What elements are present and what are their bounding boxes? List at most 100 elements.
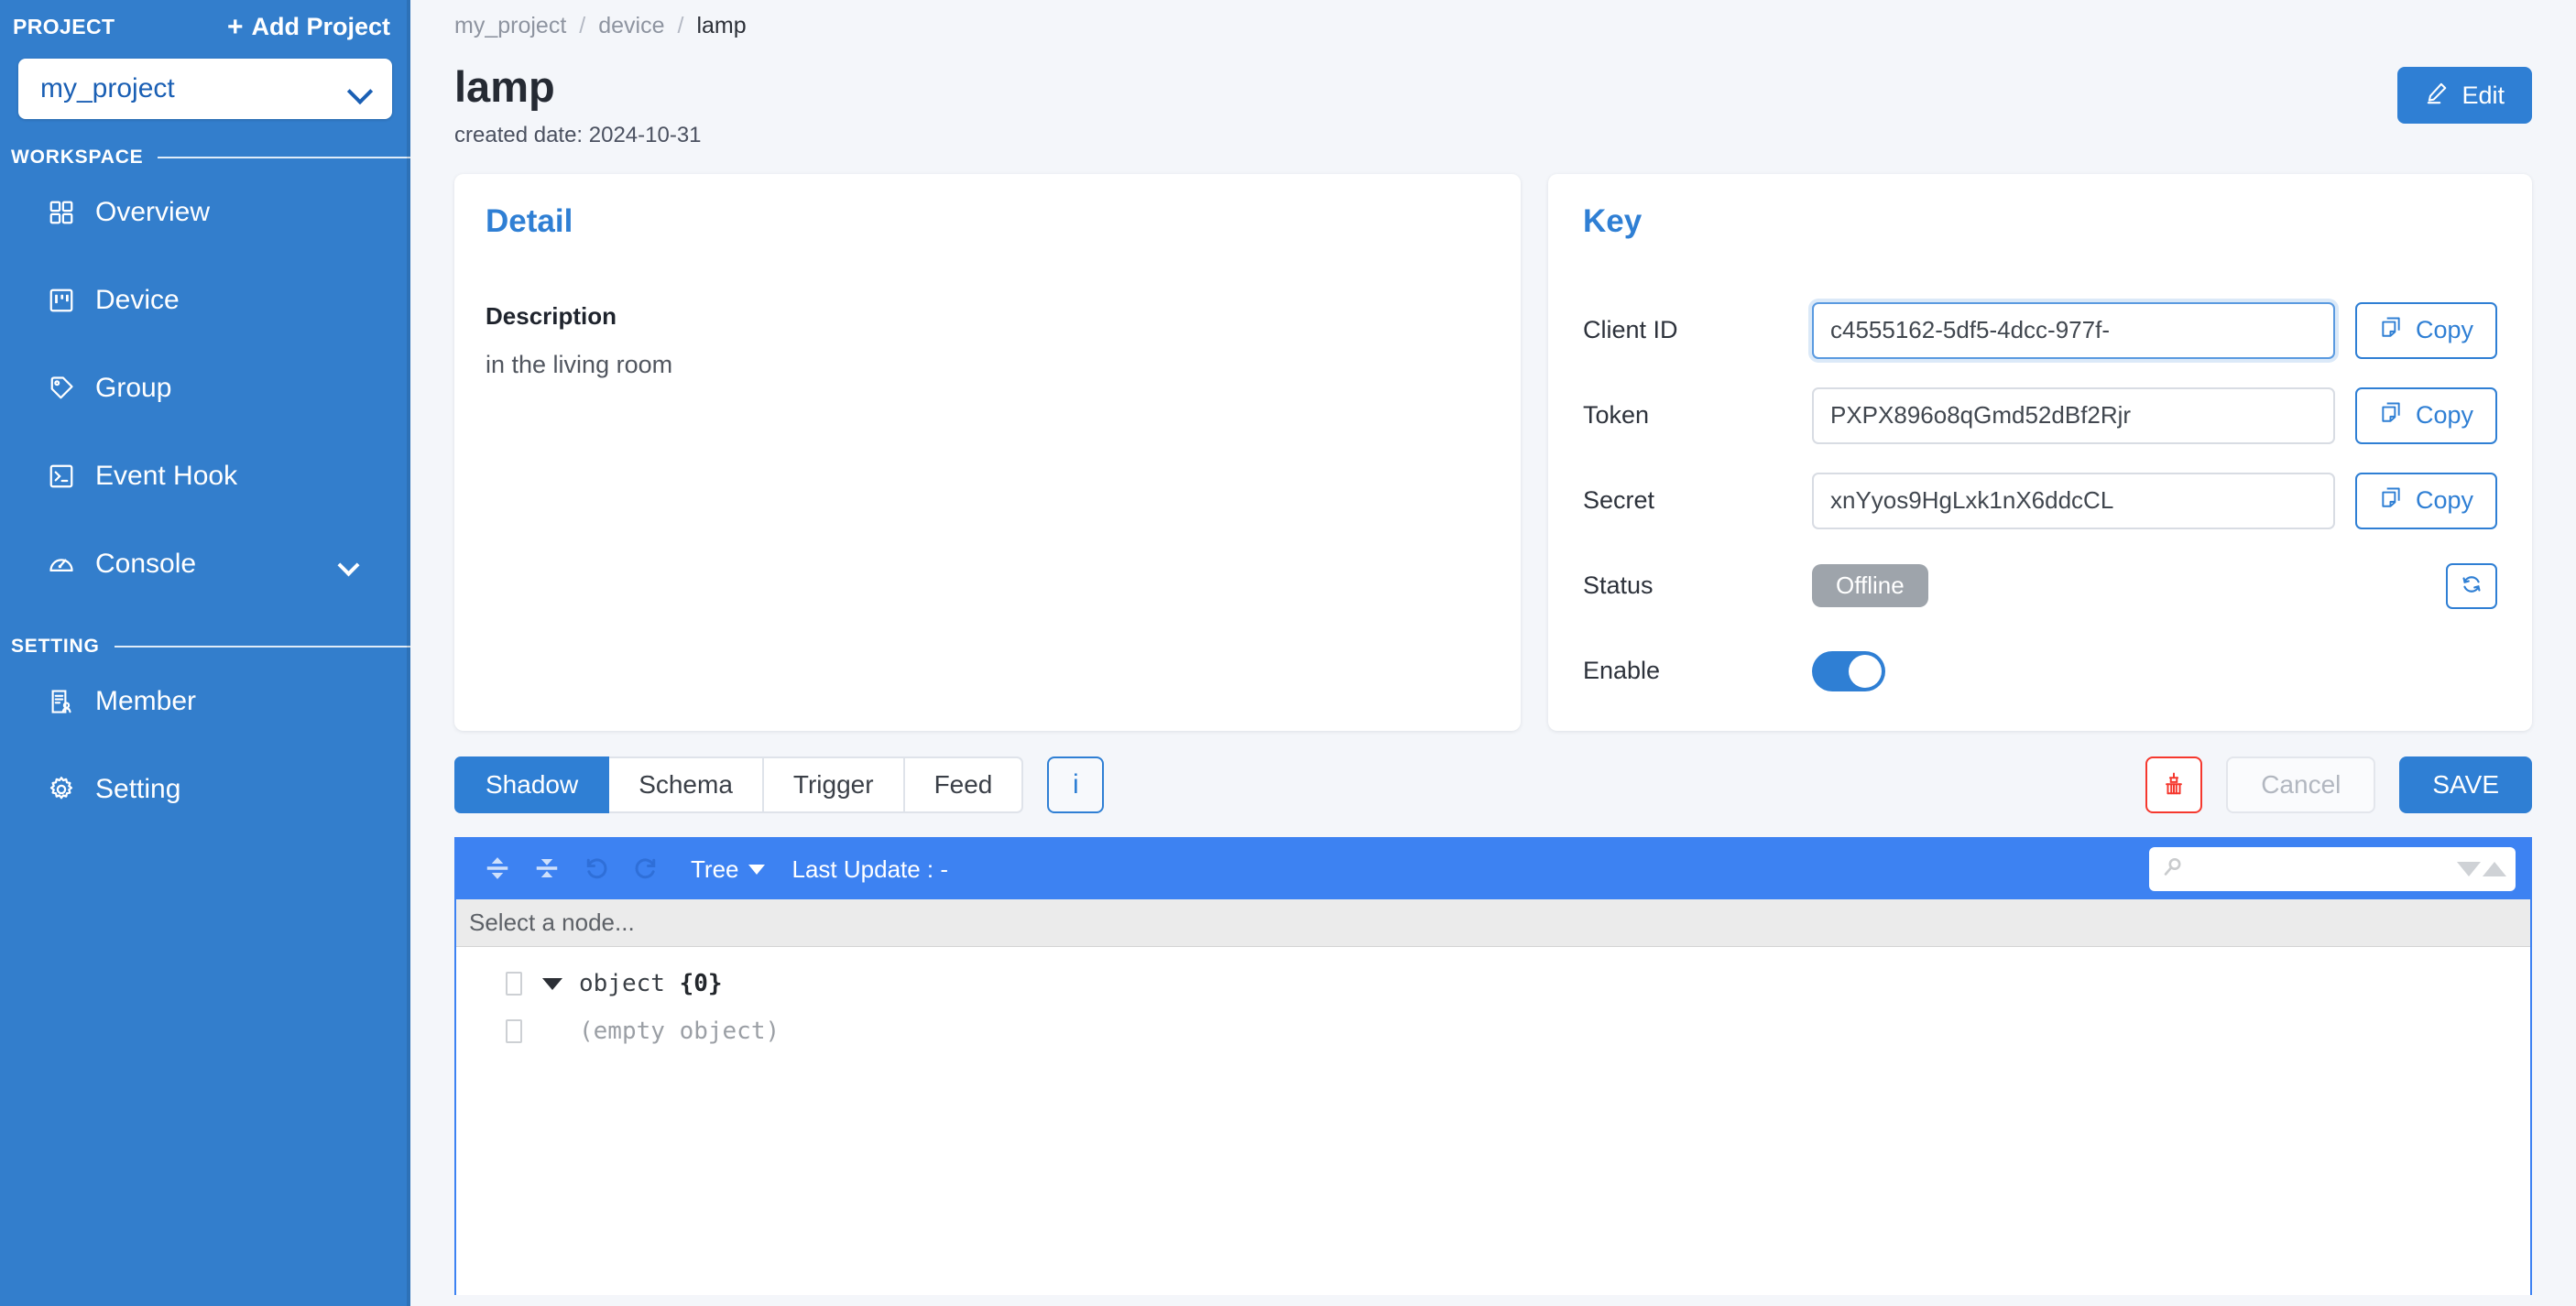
sidebar-item-console[interactable]: Console xyxy=(0,520,410,608)
page-header: lamp created date: 2024-10-31 Edit xyxy=(454,65,2532,148)
cancel-button[interactable]: Cancel xyxy=(2226,756,2376,813)
json-search-input[interactable] xyxy=(2191,856,2450,882)
client-id-input[interactable] xyxy=(1812,301,2335,359)
key-row-client-id: Client ID Copy xyxy=(1583,288,2497,373)
breadcrumb-item-current: lamp xyxy=(696,13,747,38)
copy-client-id-button[interactable]: Copy xyxy=(2354,301,2497,359)
editor-mode-label: Tree xyxy=(691,854,739,883)
terminal-icon xyxy=(48,463,75,490)
detail-card: Detail Description in the living room xyxy=(454,174,1521,731)
token-label: Token xyxy=(1583,401,1650,429)
sidebar-item-label: Console xyxy=(95,549,197,579)
device-icon xyxy=(48,287,75,314)
copy-secret-button[interactable]: Copy xyxy=(2354,472,2497,529)
secret-input[interactable] xyxy=(1812,472,2335,529)
gear-icon xyxy=(48,776,75,803)
app-root: PROJECT + Add Project my_project WORKSPA… xyxy=(0,0,2576,1306)
json-node-path[interactable]: Select a node... xyxy=(456,899,2530,947)
section-workspace: WORKSPACE xyxy=(0,147,410,169)
chevron-down-icon xyxy=(348,82,372,96)
expand-all-button[interactable] xyxy=(473,848,522,890)
tab-trigger[interactable]: Trigger xyxy=(763,756,905,813)
json-node-empty-label: (empty object) xyxy=(579,1018,780,1045)
key-row-secret: Secret Copy xyxy=(1583,458,2497,543)
copy-label: Copy xyxy=(2415,316,2473,343)
breadcrumb-separator: / xyxy=(677,13,684,38)
drag-handle-icon[interactable] xyxy=(506,972,522,996)
tab-shadow[interactable]: Shadow xyxy=(454,756,610,813)
copy-label: Copy xyxy=(2415,401,2473,429)
undo-button[interactable] xyxy=(572,848,621,890)
breadcrumb-separator: / xyxy=(579,13,586,38)
page-title: lamp xyxy=(454,62,555,111)
section-workspace-label: WORKSPACE xyxy=(11,147,144,168)
chevron-down-icon[interactable] xyxy=(341,558,359,569)
info-button[interactable]: i xyxy=(1047,756,1105,813)
last-update-label: Last Update : - xyxy=(791,854,949,883)
json-tree-root-node[interactable]: object {0} xyxy=(456,960,2530,1007)
main-content: my_project / device / lamp lamp created … xyxy=(410,0,2576,1306)
clear-shadow-button[interactable] xyxy=(2145,756,2203,813)
token-input[interactable] xyxy=(1812,386,2335,444)
sidebar-item-setting[interactable]: Setting xyxy=(0,746,410,833)
copy-icon xyxy=(2379,315,2403,345)
sidebar-item-member[interactable]: Member xyxy=(0,658,410,746)
sidebar-item-group[interactable]: Group xyxy=(0,344,410,432)
project-selector-value: my_project xyxy=(40,73,175,103)
search-nav xyxy=(2457,862,2506,876)
breadcrumb-item-project[interactable]: my_project xyxy=(454,13,566,39)
edit-button-label: Edit xyxy=(2461,81,2505,109)
json-tree-child-node[interactable]: (empty object) xyxy=(456,1007,2530,1055)
secret-label: Secret xyxy=(1583,486,1655,514)
copy-icon xyxy=(2379,400,2403,430)
refresh-status-button[interactable] xyxy=(2446,562,2497,609)
search-next-icon[interactable] xyxy=(2457,862,2481,876)
sidebar-item-label: Setting xyxy=(95,774,181,804)
status-label: Status xyxy=(1583,571,1654,599)
enable-toggle[interactable] xyxy=(1812,650,1885,691)
description-label: Description xyxy=(486,302,617,330)
grid-icon xyxy=(48,199,75,226)
collapse-all-button[interactable] xyxy=(522,848,572,890)
toggle-knob xyxy=(1849,654,1882,688)
json-search-box[interactable] xyxy=(2149,847,2516,891)
pencil-icon xyxy=(2425,81,2449,111)
sidebar-item-overview[interactable]: Overview xyxy=(0,169,410,256)
add-project-button[interactable]: + Add Project xyxy=(227,13,390,41)
redo-button[interactable] xyxy=(621,848,671,890)
project-label: PROJECT xyxy=(13,15,115,38)
sidebar-header: PROJECT + Add Project xyxy=(0,0,410,41)
key-row-enable: Enable xyxy=(1583,628,2497,713)
project-selector[interactable]: my_project xyxy=(18,59,392,119)
breadcrumb-item-device[interactable]: device xyxy=(598,13,664,39)
undo-icon xyxy=(583,854,610,885)
divider xyxy=(114,646,410,648)
redo-icon xyxy=(632,854,660,885)
gauge-icon xyxy=(48,550,75,578)
editor-mode-selector[interactable]: Tree xyxy=(691,855,765,884)
drag-handle-icon[interactable] xyxy=(506,1019,522,1043)
expander-icon[interactable] xyxy=(542,977,562,990)
copy-label: Copy xyxy=(2415,486,2473,514)
save-button[interactable]: SAVE xyxy=(2399,756,2532,813)
copy-token-button[interactable]: Copy xyxy=(2354,386,2497,444)
key-row-status: Status Offline xyxy=(1583,543,2497,628)
sidebar-item-event-hook[interactable]: Event Hook xyxy=(0,432,410,520)
sidebar-item-label: Member xyxy=(95,686,197,716)
page-header-text: lamp created date: 2024-10-31 xyxy=(454,65,702,148)
tab-schema[interactable]: Schema xyxy=(609,756,764,813)
created-date: created date: 2024-10-31 xyxy=(454,123,702,147)
tab-action-row: Shadow Schema Trigger Feed i Cancel SAVE xyxy=(454,756,2532,813)
sidebar-item-label: Event Hook xyxy=(95,461,238,491)
chevron-down-icon xyxy=(748,864,765,875)
cards-row: Detail Description in the living room Ke… xyxy=(454,174,2532,731)
sidebar: PROJECT + Add Project my_project WORKSPA… xyxy=(0,0,410,1306)
sidebar-item-label: Overview xyxy=(95,197,211,227)
broom-icon xyxy=(2161,771,2187,800)
divider xyxy=(158,157,410,158)
edit-button[interactable]: Edit xyxy=(2397,67,2532,124)
key-card-title: Key xyxy=(1583,203,1643,239)
sidebar-item-device[interactable]: Device xyxy=(0,256,410,344)
tab-feed[interactable]: Feed xyxy=(904,756,1024,813)
search-prev-icon[interactable] xyxy=(2483,862,2506,876)
